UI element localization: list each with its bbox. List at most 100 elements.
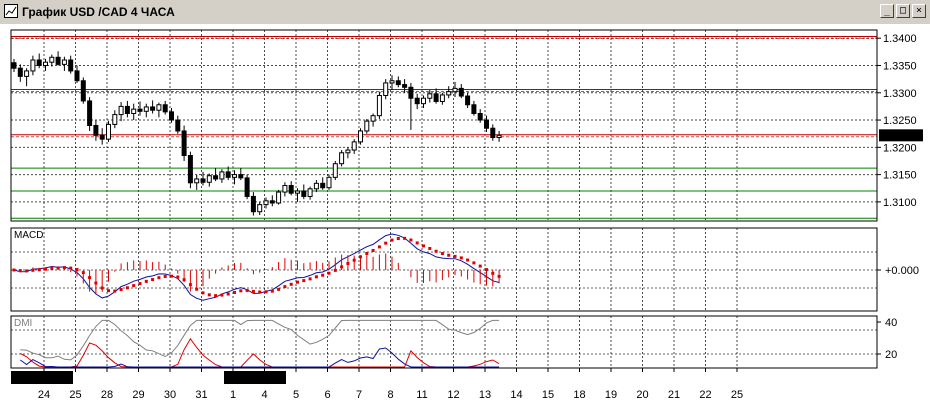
macd-signal-point [440, 252, 444, 256]
candle-up [307, 188, 313, 197]
candle-up [143, 106, 149, 112]
macd-signal-point [472, 261, 476, 265]
candle-up [295, 190, 300, 194]
candle-down [99, 134, 105, 140]
x-day-label: 5 [293, 389, 299, 401]
x-day-label: 7 [356, 389, 362, 401]
x-day-label: 19 [605, 389, 617, 401]
macd-signal-point [390, 238, 394, 242]
chart-area[interactable]: 1.3400 1.3350 1.3300 1.3250 1.3200 1.3150 1.31… [0, 24, 930, 410]
x-day-label: 31 [195, 389, 207, 401]
macd-signal-point [239, 289, 243, 293]
minimize-button[interactable]: _ [880, 4, 894, 18]
x-day-label: 22 [699, 389, 711, 401]
price-tick-label: 1.3250 [883, 115, 917, 127]
macd-signal-point [434, 249, 438, 253]
price-tick-label: 1.3150 [883, 170, 917, 182]
candle-down [458, 87, 464, 97]
candle-down [433, 93, 439, 102]
macd-signal-point [125, 286, 129, 290]
dmi-tick-label: 40 [885, 317, 897, 329]
x-day-label: 11 [416, 389, 427, 401]
candle-up [282, 185, 288, 193]
candle-up [49, 56, 55, 63]
month-label: Фев 2019 [228, 372, 276, 384]
macd-signal-point [264, 290, 268, 294]
candle-up [389, 80, 395, 84]
macd-signal-point [277, 287, 281, 291]
x-day-label: 8 [387, 389, 393, 401]
candle-down [68, 59, 74, 72]
macd-signal-point [119, 288, 123, 292]
candle-down [87, 100, 93, 126]
x-day-label: 1 [230, 389, 236, 401]
candle-down [200, 178, 206, 183]
horizontal-levels [11, 36, 877, 219]
price-panel-frame [10, 29, 878, 222]
candle-up [257, 204, 263, 213]
candle-down [124, 105, 130, 114]
candle-up [339, 152, 345, 165]
price-tick-label: 1.3300 [883, 88, 917, 100]
candle-up [194, 178, 200, 184]
dmi-plus-line [20, 347, 500, 368]
candle-down [414, 97, 420, 105]
candle-down [55, 56, 61, 65]
candle-up [439, 94, 445, 102]
macd-signal-point [132, 284, 136, 288]
dmi-series [20, 319, 500, 368]
macd-signal-point [176, 275, 180, 279]
macd-tick-label: +0.000 [885, 265, 919, 277]
candle-down [320, 182, 326, 189]
macd-line [13, 233, 500, 301]
macd-signal-point [403, 236, 407, 240]
candle-down [150, 106, 156, 111]
x-day-label: 13 [479, 389, 491, 401]
candle-up [61, 59, 67, 65]
macd-signal-point [226, 292, 230, 296]
close-button[interactable]: × [912, 4, 926, 18]
candle-up [332, 163, 338, 178]
candle-down [80, 80, 86, 102]
chart-canvas[interactable]: 1.3400 1.3350 1.3300 1.3250 1.3200 1.3150 1.31… [0, 24, 930, 410]
maximize-button[interactable]: □ [896, 4, 910, 18]
candle-up [112, 114, 118, 125]
candle-down [11, 62, 17, 69]
macd-signal-point [214, 294, 218, 298]
dmi-panel-frame [10, 315, 878, 369]
candle-down [238, 174, 244, 179]
macd-signal-point [478, 264, 482, 268]
candle-up [263, 200, 269, 206]
macd-signal-point [138, 282, 142, 286]
current-price-label: 1.3222 [882, 130, 916, 142]
macd-signal-point [107, 289, 110, 293]
candle-up [452, 87, 458, 93]
candle-up [358, 130, 363, 143]
macd-signal-point [314, 275, 318, 279]
macd-signal-point [459, 256, 463, 260]
candle-down [484, 119, 489, 129]
candle-up [326, 176, 332, 189]
candle-down [17, 67, 23, 77]
x-day-label: 24 [38, 389, 50, 401]
candle-down [36, 59, 42, 66]
macd-signal-point [270, 289, 274, 293]
macd-signal-point [144, 279, 148, 283]
price-tick-label: 1.3400 [883, 33, 917, 45]
candle-up [351, 141, 357, 151]
candle-down [93, 125, 99, 136]
candle-down [288, 185, 294, 194]
macd-signal-point [321, 273, 325, 277]
candle-down [465, 95, 471, 106]
macd-signal-point [409, 238, 413, 242]
candle-up [118, 105, 124, 116]
candle-down [225, 171, 231, 178]
candle-down [395, 80, 401, 86]
macd-signal-point [396, 236, 400, 240]
price-tick-label: 1.3350 [883, 60, 917, 72]
candle-down [490, 127, 496, 139]
candle-down [213, 175, 219, 180]
candle-down [477, 112, 483, 121]
candle-up [421, 97, 426, 105]
macd-signal-point [466, 258, 470, 262]
